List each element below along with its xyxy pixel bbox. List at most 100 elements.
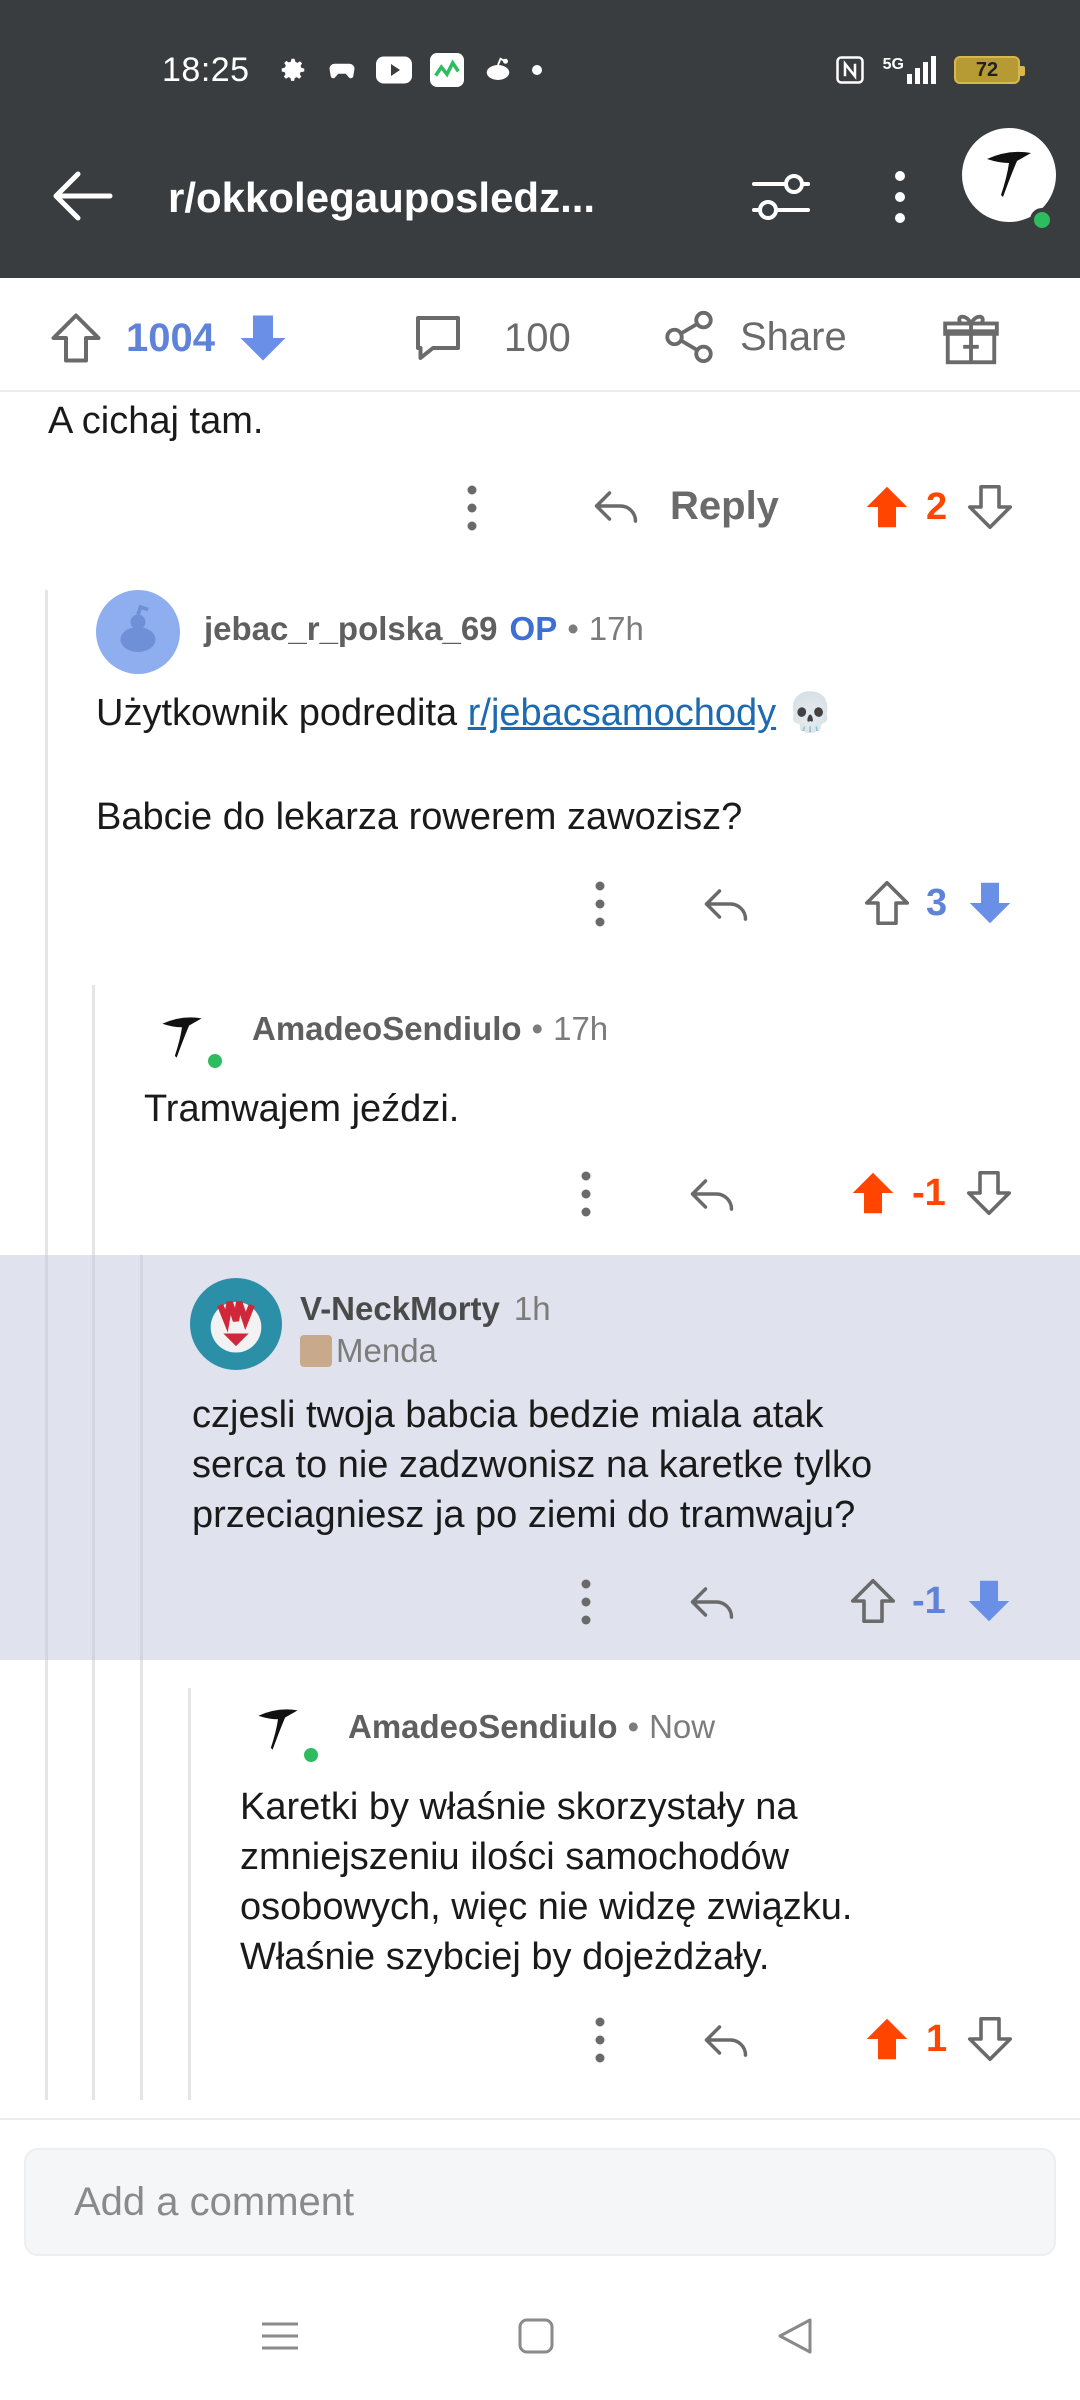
add-comment-placeholder: Add a comment <box>74 2179 355 2224</box>
award-gift-icon[interactable] <box>940 308 1002 370</box>
username[interactable]: jebac_r_polska_69 <box>204 610 498 648</box>
reply-label: Reply <box>670 483 779 528</box>
comment-1-vote: 2 <box>860 480 1017 534</box>
avatar[interactable] <box>96 590 180 674</box>
downvote-icon[interactable] <box>233 308 293 368</box>
reply-arrow-icon[interactable] <box>700 878 752 930</box>
thread-line-level-3[interactable] <box>140 1255 143 1660</box>
comment-2-score: 3 <box>926 881 948 924</box>
app-bar: r/okkolegauposledz... <box>0 128 1080 258</box>
thread-line-level-1[interactable] <box>45 1255 48 1660</box>
comment-2-text: Użytkownik podredita r/jebacsamochody 💀 <box>96 688 834 738</box>
more-options-icon[interactable] <box>880 168 920 226</box>
more-options-icon[interactable] <box>580 876 620 932</box>
character-avatar-icon <box>210 1300 262 1353</box>
system-nav-bar <box>0 2270 1080 2400</box>
back-triangle-icon[interactable] <box>766 2306 826 2366</box>
downvote-icon[interactable] <box>963 2012 1017 2066</box>
stock-app-icon <box>429 53 464 87</box>
filter-icon[interactable] <box>750 168 812 226</box>
subreddit-title[interactable]: r/okkolegauposledz... <box>168 174 595 222</box>
comment-4-score: -1 <box>912 1579 946 1622</box>
online-status-dot <box>204 1050 226 1072</box>
subreddit-link[interactable]: r/jebacsamochody <box>468 692 776 734</box>
post-comments-button[interactable]: 100 <box>408 308 571 368</box>
more-options-icon[interactable] <box>566 1166 606 1222</box>
signal-icon: 5G <box>883 56 936 84</box>
comment-1-reply-button[interactable]: Reply <box>590 480 779 532</box>
share-icon <box>665 310 713 364</box>
comment-5-actions <box>580 2012 752 2068</box>
comment-5-line-4: Właśnie szybciej by dojeżdżały. <box>240 1936 770 1978</box>
comment-time: Now <box>649 1708 716 1745</box>
comment-2-vote: 3 <box>860 876 1017 930</box>
comment-4-actions <box>566 1574 738 1630</box>
comment-5-meta: AmadeoSendiulo • Now <box>348 1708 716 1746</box>
user-avatar-glyph-icon <box>162 1017 202 1058</box>
username[interactable]: AmadeoSendiulo <box>348 1708 618 1746</box>
username[interactable]: V-NeckMorty <box>300 1290 500 1328</box>
comment-1-actions <box>452 480 492 536</box>
comment-2-text-prefix: Użytkownik podredita <box>96 692 468 734</box>
downvote-icon[interactable] <box>963 876 1017 930</box>
network-type: 5G <box>882 56 904 73</box>
status-time: 18:25 <box>162 50 250 89</box>
comment-2-actions <box>580 876 752 932</box>
upvote-icon[interactable] <box>846 1166 900 1220</box>
comment-count: 100 <box>504 315 571 360</box>
upvote-icon[interactable] <box>846 1574 900 1628</box>
upvote-icon[interactable] <box>860 2012 914 2066</box>
add-comment-input[interactable]: Add a comment <box>24 2148 1056 2256</box>
back-arrow-icon[interactable] <box>50 168 114 224</box>
status-notification-icons <box>278 53 542 87</box>
comment-5-line-1: Karetki by właśnie skorzystały na <box>240 1786 798 1828</box>
upvote-icon[interactable] <box>860 876 914 930</box>
post-vote-group: 1004 <box>46 308 293 368</box>
flair-emoji-icon <box>300 1335 332 1367</box>
share-label: Share <box>740 314 847 359</box>
skull-emoji: 💀 <box>776 692 834 734</box>
comment-4-text: czjesli twoja babcia bedzie miala atak s… <box>192 1390 872 1540</box>
comment-5-line-3: osobowych, więc nie widzę związku. <box>240 1886 853 1928</box>
comment-1-score: 2 <box>926 485 948 528</box>
thread-line-level-4[interactable] <box>188 1688 191 2100</box>
status-system-icons: 5G 72 <box>835 54 1025 86</box>
comment-time: 17h <box>588 610 644 647</box>
comment-4-meta: V-NeckMorty 1h <box>300 1290 551 1328</box>
more-options-icon[interactable] <box>566 1574 606 1630</box>
nfc-icon <box>835 56 864 84</box>
user-avatar-glyph-icon <box>987 151 1031 197</box>
reply-arrow-icon[interactable] <box>686 1168 738 1220</box>
downvote-icon[interactable] <box>962 1166 1016 1220</box>
post-score: 1004 <box>126 315 215 360</box>
comment-4-line-3: przeciagniesz ja po ziemi do tramwaju? <box>192 1494 856 1536</box>
upvote-icon[interactable] <box>860 480 914 534</box>
youtube-icon <box>375 56 412 84</box>
comment-bubble-icon <box>416 316 460 360</box>
online-status-dot <box>300 1744 322 1766</box>
comment-2-meta: jebac_r_polska_69 OP • 17h <box>204 610 644 648</box>
reply-arrow-icon[interactable] <box>686 1576 738 1628</box>
thread-line-level-2[interactable] <box>92 1255 95 1660</box>
upvote-icon[interactable] <box>46 308 106 368</box>
recent-apps-icon[interactable] <box>250 2306 310 2366</box>
user-avatar-glyph-icon <box>258 1709 298 1750</box>
username[interactable]: AmadeoSendiulo <box>252 1010 522 1048</box>
flair-text: Menda <box>336 1332 437 1369</box>
comment-1-text: A cichaj tam. <box>48 400 264 442</box>
game-controller-icon <box>329 63 355 79</box>
reply-arrow-icon <box>594 491 638 523</box>
more-notifications-dot <box>531 65 542 75</box>
avatar[interactable] <box>190 1278 282 1370</box>
battery-icon: 72 <box>954 56 1025 84</box>
more-options-icon[interactable] <box>580 2012 620 2068</box>
comment-3-score: -1 <box>912 1171 946 1214</box>
downvote-icon[interactable] <box>963 480 1017 534</box>
share-button[interactable]: Share <box>660 308 847 366</box>
comment-4-vote: -1 <box>846 1574 1016 1628</box>
home-icon[interactable] <box>506 2306 566 2366</box>
downvote-icon[interactable] <box>962 1574 1016 1628</box>
comment-4-line-2: serca to nie zadzwonisz na karetke tylko <box>192 1444 873 1486</box>
reply-arrow-icon[interactable] <box>700 2014 752 2066</box>
more-options-icon[interactable] <box>452 480 492 536</box>
